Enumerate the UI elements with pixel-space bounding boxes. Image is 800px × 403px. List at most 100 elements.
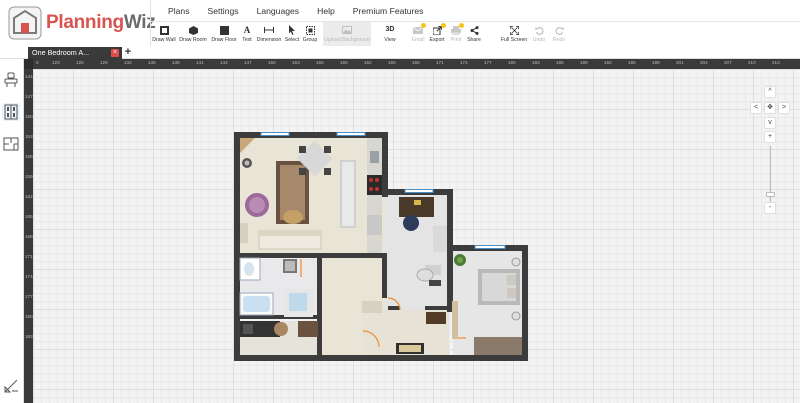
draw-room-icon	[187, 25, 199, 35]
design-canvas[interactable]: ^ < ✥ > v + -	[33, 69, 800, 403]
ruler-tick-label: 192	[604, 60, 612, 65]
ruler-tick-label: 204	[700, 60, 708, 65]
planningwiz-app: PlanningWiz Plans Settings Languages Hel…	[0, 0, 800, 403]
tab-label: One Bedroom A...	[32, 48, 90, 57]
draw-wall-icon	[158, 25, 170, 35]
ruler-tick-label: 174	[25, 274, 33, 279]
upload-background-icon	[341, 25, 353, 35]
pan-up-button[interactable]: ^	[764, 86, 776, 98]
ruler-tick-label: 180	[25, 314, 33, 319]
ruler-tick-label: 198	[652, 60, 660, 65]
dimension-icon	[263, 25, 275, 35]
redo-icon	[553, 25, 565, 35]
group-button[interactable]: Group	[301, 22, 319, 46]
furniture-library-icon[interactable]	[2, 71, 20, 89]
premium-star-icon	[441, 23, 446, 28]
ruler-tick-label: 168	[25, 234, 33, 239]
vertical-ruler: 144 147 150 153 156 159 162 165 168 171 174 177 180 1…	[24, 69, 33, 403]
draw-room-button[interactable]: Draw Room	[177, 22, 209, 46]
move-icon[interactable]: ✥	[764, 102, 776, 114]
ruler-tick-label: 207	[724, 60, 732, 65]
pan-left-button[interactable]: <	[750, 102, 762, 114]
ruler-tick-label: 171	[25, 254, 33, 259]
share-icon	[468, 25, 480, 35]
dimension-button[interactable]: Dimension	[255, 22, 283, 46]
ruler-tick-label: 132	[124, 60, 132, 65]
cabinet-library-icon[interactable]	[2, 103, 20, 121]
ruler-tick-label: 135	[148, 60, 156, 65]
ruler-tick-label: 156	[25, 154, 33, 159]
undo-button[interactable]: Undo	[529, 22, 549, 46]
redo-button[interactable]: Redo	[549, 22, 569, 46]
menu-help[interactable]: Help	[308, 6, 344, 16]
export-button[interactable]: Export	[427, 22, 447, 46]
ruler-tick-label: 147	[25, 94, 33, 99]
ruler-tick-label: 162	[25, 194, 33, 199]
fullscreen-icon	[508, 25, 520, 35]
email-button[interactable]: Email	[409, 22, 427, 46]
pan-right-button[interactable]: >	[778, 102, 790, 114]
ruler-tick-label: 153	[25, 134, 33, 139]
ruler-tick-label: 129	[100, 60, 108, 65]
pan-down-button[interactable]: v	[764, 117, 776, 129]
ruler-tick-label: 0	[36, 60, 39, 65]
select-button[interactable]: Select	[283, 22, 301, 46]
horizontal-ruler: 0 123 126 129 132 135 138 141 144 147 150 153 156 159…	[24, 59, 800, 69]
ruler-tick-label: 159	[340, 60, 348, 65]
zoom-out-button[interactable]: -	[764, 202, 776, 214]
ruler-tick-label: 159	[25, 174, 33, 179]
ruler-tick-label: 171	[436, 60, 444, 65]
menu-premium-features[interactable]: Premium Features	[344, 6, 433, 16]
zoom-in-button[interactable]: +	[764, 131, 776, 143]
3d-view-button[interactable]: 3D View	[379, 22, 401, 46]
3d-view-icon: 3D	[385, 26, 395, 33]
share-button[interactable]: Share	[465, 22, 483, 46]
group-icon	[304, 25, 316, 35]
toolbar: Draw Wall Draw Room Draw Floor A Text Di…	[150, 22, 800, 46]
ruler-tick-label: 144	[25, 74, 33, 79]
upload-background-button[interactable]: Upload Background	[323, 22, 371, 46]
tab-one-bedroom[interactable]: One Bedroom A... ×	[28, 47, 122, 59]
ruler-tick-label: 177	[25, 294, 33, 299]
ruler-tick-label: 126	[76, 60, 84, 65]
floor-plan[interactable]	[33, 69, 800, 403]
ruler-tick-label: 180	[508, 60, 516, 65]
menu-plans[interactable]: Plans	[159, 6, 199, 16]
brand-name: PlanningWiz	[46, 12, 156, 33]
menu-settings[interactable]: Settings	[199, 6, 248, 16]
ruler-tick-label: 141	[196, 60, 204, 65]
ruler-tick-label: 123	[52, 60, 60, 65]
draw-tools-icon[interactable]	[2, 377, 20, 395]
draw-floor-icon	[218, 25, 230, 35]
close-icon[interactable]: ×	[111, 49, 119, 57]
ruler-tick-label: 156	[316, 60, 324, 65]
main-menu: Plans Settings Languages Help Premium Fe…	[150, 0, 800, 22]
ruler-tick-label: 165	[25, 214, 33, 219]
text-icon: A	[243, 25, 251, 35]
print-button[interactable]: Print	[447, 22, 465, 46]
ruler-tick-label: 183	[25, 334, 33, 339]
ruler-tick-label: 186	[556, 60, 564, 65]
draw-wall-button[interactable]: Draw Wall	[151, 22, 177, 46]
ruler-tick-label: 162	[364, 60, 372, 65]
ruler-tick-label: 210	[748, 60, 756, 65]
ruler-tick-label: 165	[388, 60, 396, 65]
zoom-slider-handle[interactable]	[766, 192, 775, 197]
undo-icon	[533, 25, 545, 35]
ruler-tick-label: 147	[244, 60, 252, 65]
floor-plan-library-icon[interactable]	[2, 135, 20, 153]
add-tab-button[interactable]: +	[123, 46, 133, 58]
library-sidebar	[0, 59, 24, 403]
premium-star-icon	[421, 23, 426, 28]
logo[interactable]: PlanningWiz	[0, 0, 156, 46]
ruler-tick-label: 168	[412, 60, 420, 65]
menu-languages[interactable]: Languages	[248, 6, 309, 16]
premium-star-icon	[459, 23, 464, 28]
select-cursor-icon	[286, 25, 298, 35]
ruler-tick-label: 183	[532, 60, 540, 65]
fullscreen-button[interactable]: Full Screen	[499, 22, 529, 46]
ruler-tick-label: 213	[772, 60, 780, 65]
draw-floor-button[interactable]: Draw Floor	[209, 22, 239, 46]
text-button[interactable]: A Text	[239, 22, 255, 46]
ruler-tick-label: 153	[292, 60, 300, 65]
